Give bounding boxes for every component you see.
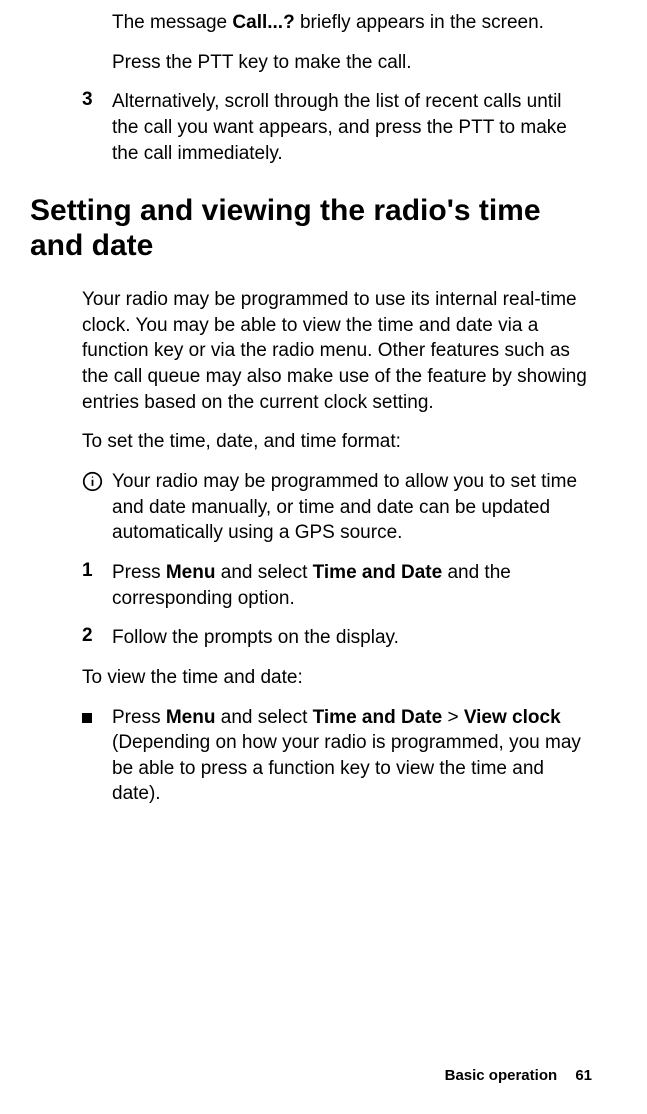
step-1: 1 Press Menu and select Time and Date an… [82, 560, 592, 611]
page-footer: Basic operation 61 [445, 1067, 592, 1084]
step-body: Alternatively, scroll through the list o… [112, 89, 592, 166]
to-set-label: To set the time, date, and time format: [82, 429, 592, 455]
menu-bold: Menu [166, 562, 216, 583]
section-heading: Setting and viewing the radio's time and… [30, 194, 592, 263]
text-fragment: The message [112, 12, 232, 33]
intro-paragraph: Your radio may be programmed to use its … [82, 287, 592, 415]
press-ptt-text: Press the PTT key to make the call. [112, 50, 592, 76]
step-body: Follow the prompts on the display. [112, 625, 592, 651]
menu-bold: Menu [166, 707, 216, 728]
view-clock-bold: View clock [464, 707, 561, 728]
step-number: 1 [82, 560, 112, 611]
bullet-view-clock: Press Menu and select Time and Date > Vi… [82, 705, 592, 808]
text-fragment: and select [215, 562, 312, 583]
page-content: The message Call...? briefly appears in … [30, 10, 592, 807]
info-text: Your radio may be programmed to allow yo… [112, 469, 592, 546]
time-and-date-bold: Time and Date [313, 707, 443, 728]
text-fragment: (Depending on how your radio is pro­gram… [112, 732, 581, 804]
call-bold: Call...? [232, 12, 294, 33]
footer-section-name: Basic operation [445, 1067, 558, 1084]
info-note: Your radio may be programmed to allow yo… [82, 469, 592, 546]
message-appears-text: The message Call...? briefly appears in … [112, 10, 592, 36]
time-and-date-bold: Time and Date [313, 562, 443, 583]
step-body: Press Menu and select Time and Date and … [112, 560, 592, 611]
step-3: 3 Alternatively, scroll through the list… [82, 89, 592, 166]
text-fragment: Press [112, 562, 166, 583]
step-number: 3 [82, 89, 112, 166]
text-fragment: > [442, 707, 464, 728]
step-number: 2 [82, 625, 112, 651]
bullet-body: Press Menu and select Time and Date > Vi… [112, 705, 592, 808]
text-fragment: briefly appears in the screen. [295, 12, 544, 33]
text-fragment: and select [215, 707, 312, 728]
info-icon [82, 469, 112, 492]
text-fragment: Press [112, 707, 166, 728]
footer-page-number: 61 [575, 1067, 592, 1084]
to-view-label: To view the time and date: [82, 665, 592, 691]
square-bullet-icon [82, 705, 112, 808]
step-2: 2 Follow the prompts on the display. [82, 625, 592, 651]
